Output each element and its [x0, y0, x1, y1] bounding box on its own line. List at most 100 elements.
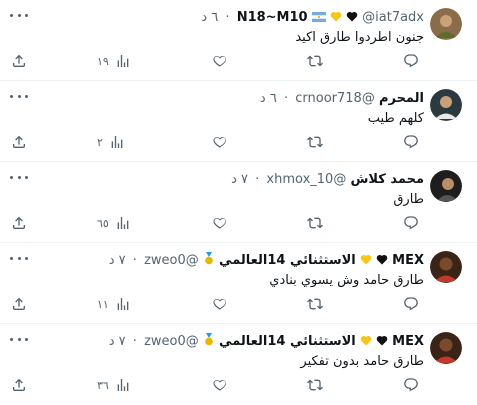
share-icon — [13, 378, 25, 391]
views-count: ١١ — [97, 297, 109, 311]
reply-button[interactable] — [403, 294, 419, 314]
timestamp[interactable]: ٧ د — [109, 253, 126, 268]
reply-button[interactable] — [403, 132, 419, 152]
action-bar: ٦٥ — [0, 213, 477, 233]
views-button[interactable]: ١١ — [97, 294, 131, 314]
share-button[interactable] — [11, 132, 27, 152]
action-bar: ١٩ — [0, 51, 477, 71]
views-count: ٦٥ — [97, 216, 109, 230]
like-icon — [213, 380, 226, 391]
retweet-button[interactable] — [307, 294, 323, 314]
separator-dot: · — [132, 253, 137, 268]
yellow-heart-icon — [330, 10, 342, 28]
share-icon — [13, 54, 25, 67]
share-icon — [13, 216, 25, 229]
display-name[interactable]: الاستثنائي 14العالمي — [219, 253, 356, 268]
tweet[interactable]: N18~M10 @iat7adx · ٦ د جنون اطردوا طارق … — [0, 0, 477, 81]
retweet-button[interactable] — [307, 213, 323, 233]
share-button[interactable] — [11, 51, 27, 71]
separator-dot: · — [255, 172, 260, 187]
more-icon[interactable] — [10, 334, 28, 344]
views-icon — [111, 136, 123, 148]
tweet-header: محمد كلاش @xhmox_10 · ٧ د — [231, 171, 424, 189]
reply-button[interactable] — [403, 375, 419, 395]
handle[interactable]: @iat7adx — [362, 10, 424, 25]
yellow-heart-icon — [360, 334, 372, 352]
tweet-header: N18~M10 @iat7adx · ٦ د — [201, 9, 424, 28]
views-icon — [117, 298, 129, 310]
handle[interactable]: @crnoor718 — [295, 91, 375, 106]
more-icon[interactable] — [10, 172, 28, 182]
retweet-icon — [307, 298, 323, 310]
avatar[interactable] — [430, 8, 462, 40]
reply-button[interactable] — [403, 51, 419, 71]
display-name-suffix[interactable]: MEX — [392, 334, 424, 349]
views-icon — [117, 217, 129, 229]
avatar[interactable] — [430, 170, 462, 202]
medal-icon — [203, 252, 215, 271]
reply-icon — [404, 378, 418, 392]
share-button[interactable] — [11, 213, 27, 233]
retweet-icon — [307, 379, 323, 391]
reply-button[interactable] — [403, 213, 419, 233]
yellow-heart-icon — [360, 253, 372, 271]
separator-dot: · — [225, 10, 230, 25]
tweet-header: المحرم @crnoor718 · ٦ د — [260, 90, 424, 108]
tweet-text: طارق حامد بدون تفكير — [300, 354, 424, 369]
like-button[interactable] — [212, 51, 228, 71]
tweet-text: طارق حامد وش يسوي بنادي — [269, 273, 424, 288]
like-icon — [213, 137, 226, 148]
like-button[interactable] — [212, 375, 228, 395]
avatar[interactable] — [430, 251, 462, 283]
like-button[interactable] — [212, 294, 228, 314]
share-button[interactable] — [11, 294, 27, 314]
handle[interactable]: @xhmox_10 — [266, 172, 346, 187]
views-button[interactable]: ٢ — [97, 132, 125, 152]
action-bar: ٣٦ — [0, 375, 477, 395]
black-heart-icon — [376, 253, 388, 271]
more-icon[interactable] — [10, 91, 28, 101]
tweet[interactable]: محمد كلاش @xhmox_10 · ٧ د طارق ٦٥ — [0, 162, 477, 243]
views-count: ٢ — [97, 135, 103, 149]
views-count: ١٩ — [97, 54, 109, 68]
like-button[interactable] — [212, 132, 228, 152]
views-icon — [117, 379, 129, 391]
separator-dot: · — [132, 334, 137, 349]
timestamp[interactable]: ٦ د — [201, 10, 218, 25]
tweet[interactable]: المحرم @crnoor718 · ٦ د كلهم طيب ٢ — [0, 81, 477, 162]
display-name[interactable]: N18~M10 — [237, 10, 308, 25]
timestamp[interactable]: ٦ د — [260, 91, 277, 106]
tweet-text: كلهم طيب — [367, 111, 424, 126]
separator-dot: · — [283, 91, 289, 106]
avatar[interactable] — [430, 89, 462, 121]
handle[interactable]: @zweo0 — [144, 334, 199, 349]
display-name-suffix[interactable]: MEX — [392, 253, 424, 268]
share-button[interactable] — [11, 375, 27, 395]
retweet-button[interactable] — [307, 132, 323, 152]
like-button[interactable] — [212, 213, 228, 233]
timestamp[interactable]: ٧ د — [109, 334, 126, 349]
more-icon[interactable] — [10, 253, 28, 263]
avatar[interactable] — [430, 332, 462, 364]
tweet[interactable]: MEX الاستثنائي 14العالمي @zweo0 · ٧ د طا… — [0, 243, 477, 324]
reply-icon — [404, 216, 418, 230]
display-name[interactable]: المحرم — [379, 91, 424, 106]
retweet-icon — [307, 136, 323, 148]
retweet-icon — [307, 217, 323, 229]
tweet[interactable]: MEX الاستثنائي 14العالمي @zweo0 · ٧ د طا… — [0, 324, 477, 405]
tweet-header: MEX الاستثنائي 14العالمي @zweo0 · ٧ د — [109, 333, 424, 352]
display-name[interactable]: الاستثنائي 14العالمي — [219, 334, 356, 349]
tweet-text: طارق — [393, 192, 424, 207]
display-name[interactable]: محمد كلاش — [350, 172, 424, 187]
handle[interactable]: @zweo0 — [144, 253, 199, 268]
more-icon[interactable] — [10, 10, 28, 20]
retweet-button[interactable] — [307, 375, 323, 395]
timestamp[interactable]: ٧ د — [231, 172, 248, 187]
action-bar: ١١ — [0, 294, 477, 314]
views-button[interactable]: ٦٥ — [97, 213, 131, 233]
views-icon — [117, 55, 129, 67]
retweet-button[interactable] — [307, 51, 323, 71]
views-button[interactable]: ٣٦ — [97, 375, 131, 395]
argentina-flag-icon — [311, 10, 326, 28]
views-button[interactable]: ١٩ — [97, 51, 131, 71]
